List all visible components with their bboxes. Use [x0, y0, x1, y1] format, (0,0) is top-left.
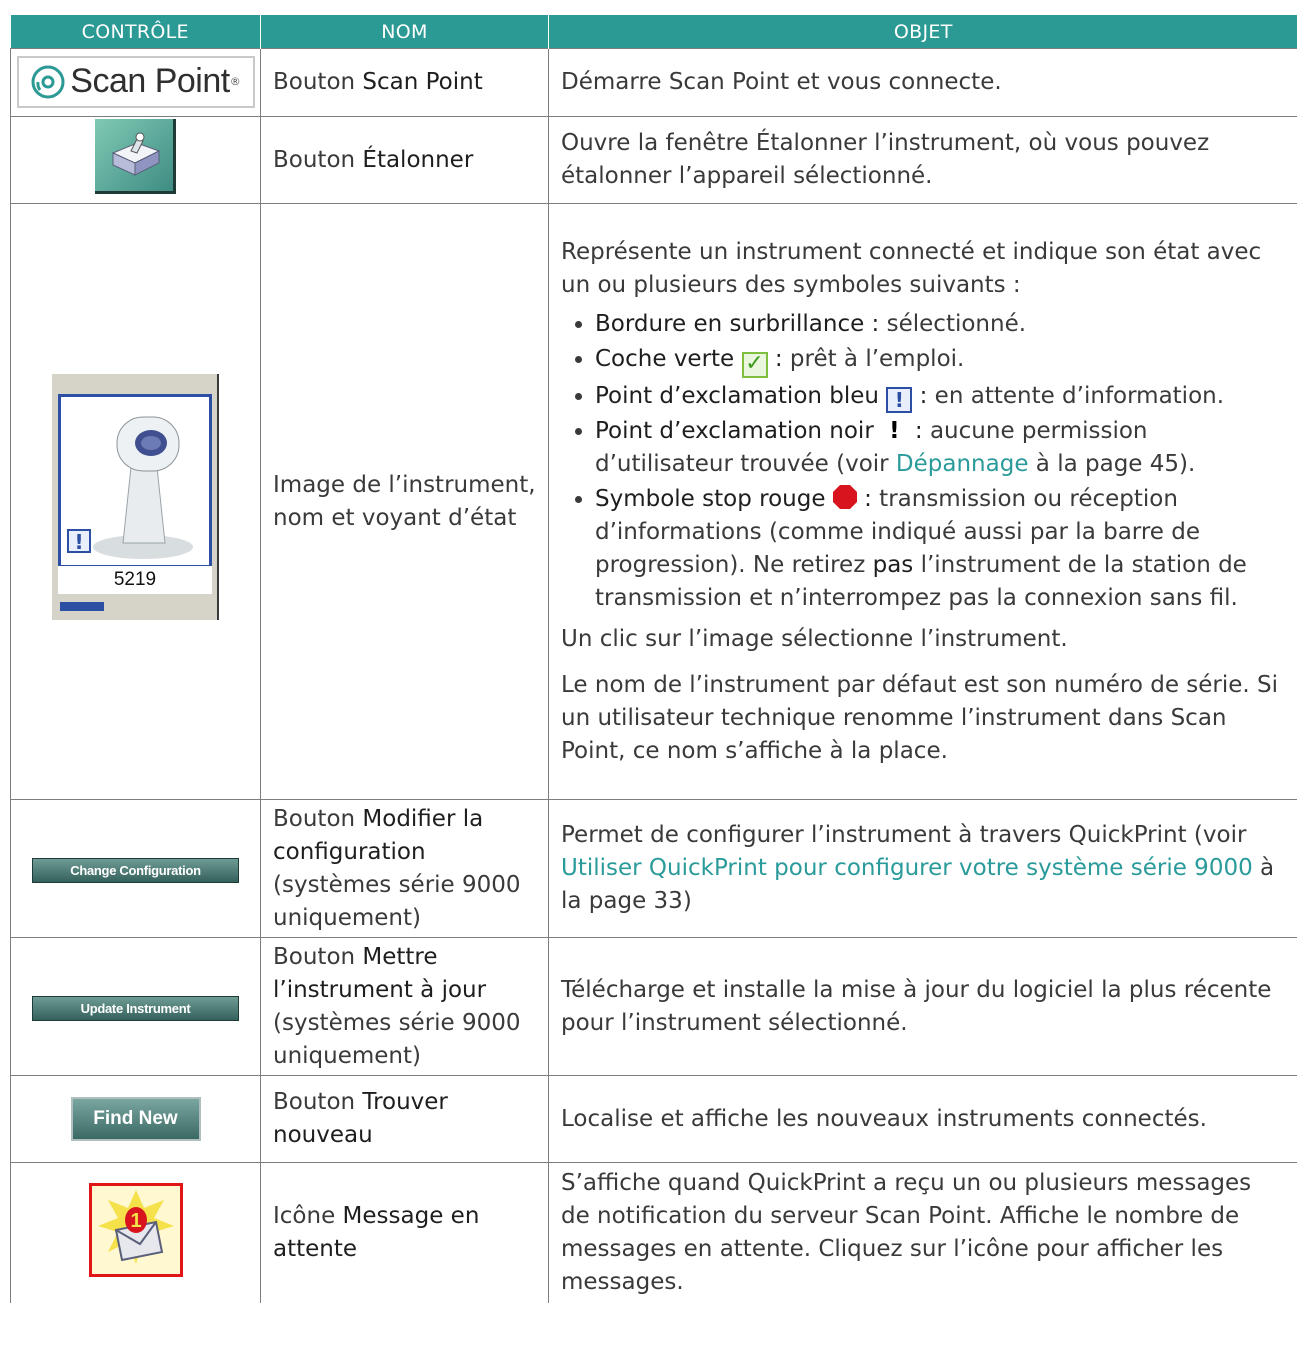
list-item: Bordure en surbrillance : sélectionné. [595, 308, 1285, 341]
table-row: Scan Point ® Bouton Scan Point Démarre Sc… [10, 48, 1297, 117]
list-item: Coche verte ✓ : prêt à l’emploi. [595, 343, 1285, 378]
blue-exclamation-icon: ! [67, 528, 91, 553]
header-purpose: OBJET [548, 15, 1297, 49]
controls-table: CONTRÔLE NOM OBJET Scan Point ® Bouton Sc… [10, 15, 1297, 1303]
instrument-serial: 5219 [58, 565, 212, 594]
blue-exclamation-icon: ! [886, 386, 913, 413]
purpose-cell: Permet de configurer l’instrument à trav… [548, 799, 1297, 938]
calibrate-icon [111, 132, 161, 176]
name-cell: Bouton Scan Point [260, 48, 549, 117]
list-item: Point d’exclamation bleu ! : en attente … [595, 380, 1285, 413]
status-symbol-list: Bordure en surbrillance : sélectionné. C… [561, 308, 1285, 615]
list-item: Point d’exclamation noir ! : aucune perm… [595, 415, 1285, 481]
table-row: Find New Bouton Trouver nouveau Localise… [10, 1075, 1297, 1163]
name-cell: Bouton Mettre l’instrument à jour (systè… [260, 937, 549, 1076]
troubleshooting-link[interactable]: Dépannage [896, 451, 1029, 477]
table-row: Update Instrument Bouton Mettre l’instru… [10, 937, 1297, 1076]
header-name: NOM [260, 15, 549, 49]
purpose-cell: S’affiche quand QuickPrint a reçu un ou … [548, 1162, 1297, 1303]
scan-point-logo-text: Scan Point [70, 62, 230, 100]
calibrate-button[interactable] [95, 119, 176, 194]
black-exclamation-icon: ! [889, 417, 900, 444]
purpose-cell: Représente un instrument connecté et ind… [548, 203, 1297, 800]
progress-bar [60, 601, 104, 611]
update-instrument-button[interactable]: Update Instrument [32, 996, 239, 1021]
list-item: Symbole stop rouge : transmission ou réc… [595, 483, 1285, 615]
table-header-row: CONTRÔLE NOM OBJET [10, 15, 1297, 49]
instrument-image-frame: ! [58, 393, 212, 568]
purpose-cell: Ouvre la fenêtre Étalonner l’instrument,… [548, 116, 1297, 204]
name-cell: Bouton Trouver nouveau [260, 1075, 549, 1163]
change-configuration-button[interactable]: Change Configuration [32, 858, 239, 883]
envelope-alert-icon: 1 [97, 1189, 174, 1264]
table-row: Change Configuration Bouton Modifier la … [10, 799, 1297, 938]
red-stop-icon [832, 484, 857, 509]
name-cell: Bouton Étalonner [260, 116, 549, 204]
green-check-icon: ✓ [741, 351, 768, 378]
name-cell: Bouton Modifier la configuration (systèm… [260, 799, 549, 938]
scan-point-button[interactable]: Scan Point ® [16, 55, 255, 108]
pending-message-icon[interactable]: 1 [88, 1182, 183, 1277]
name-cell: Image de l’instrument, nom et voyant d’é… [260, 203, 549, 800]
quickprint-config-link[interactable]: Utiliser QuickPrint pour configurer votr… [561, 855, 1253, 881]
table-row: Bouton Étalonner Ouvre la fenêtre Étalon… [10, 116, 1297, 204]
purpose-cell: Télécharge et installe la mise à jour du… [548, 937, 1297, 1076]
header-control: CONTRÔLE [10, 15, 261, 49]
name-cell: Icône Message en attente [260, 1162, 549, 1303]
purpose-cell: Localise et affiche les nouveaux instrum… [548, 1075, 1297, 1163]
scan-point-logo-icon [31, 65, 65, 98]
instrument-tile[interactable]: ! 5219 [52, 373, 219, 620]
table-row: ! 5219 Image de l’instrument, nom et voy… [10, 203, 1297, 800]
purpose-cell: Démarre Scan Point et vous connecte. [548, 48, 1297, 117]
table-row: 1 Icône Message en attente S’affiche qua… [10, 1162, 1297, 1303]
find-new-button[interactable]: Find New [70, 1097, 201, 1141]
svg-text:1: 1 [130, 1210, 141, 1232]
